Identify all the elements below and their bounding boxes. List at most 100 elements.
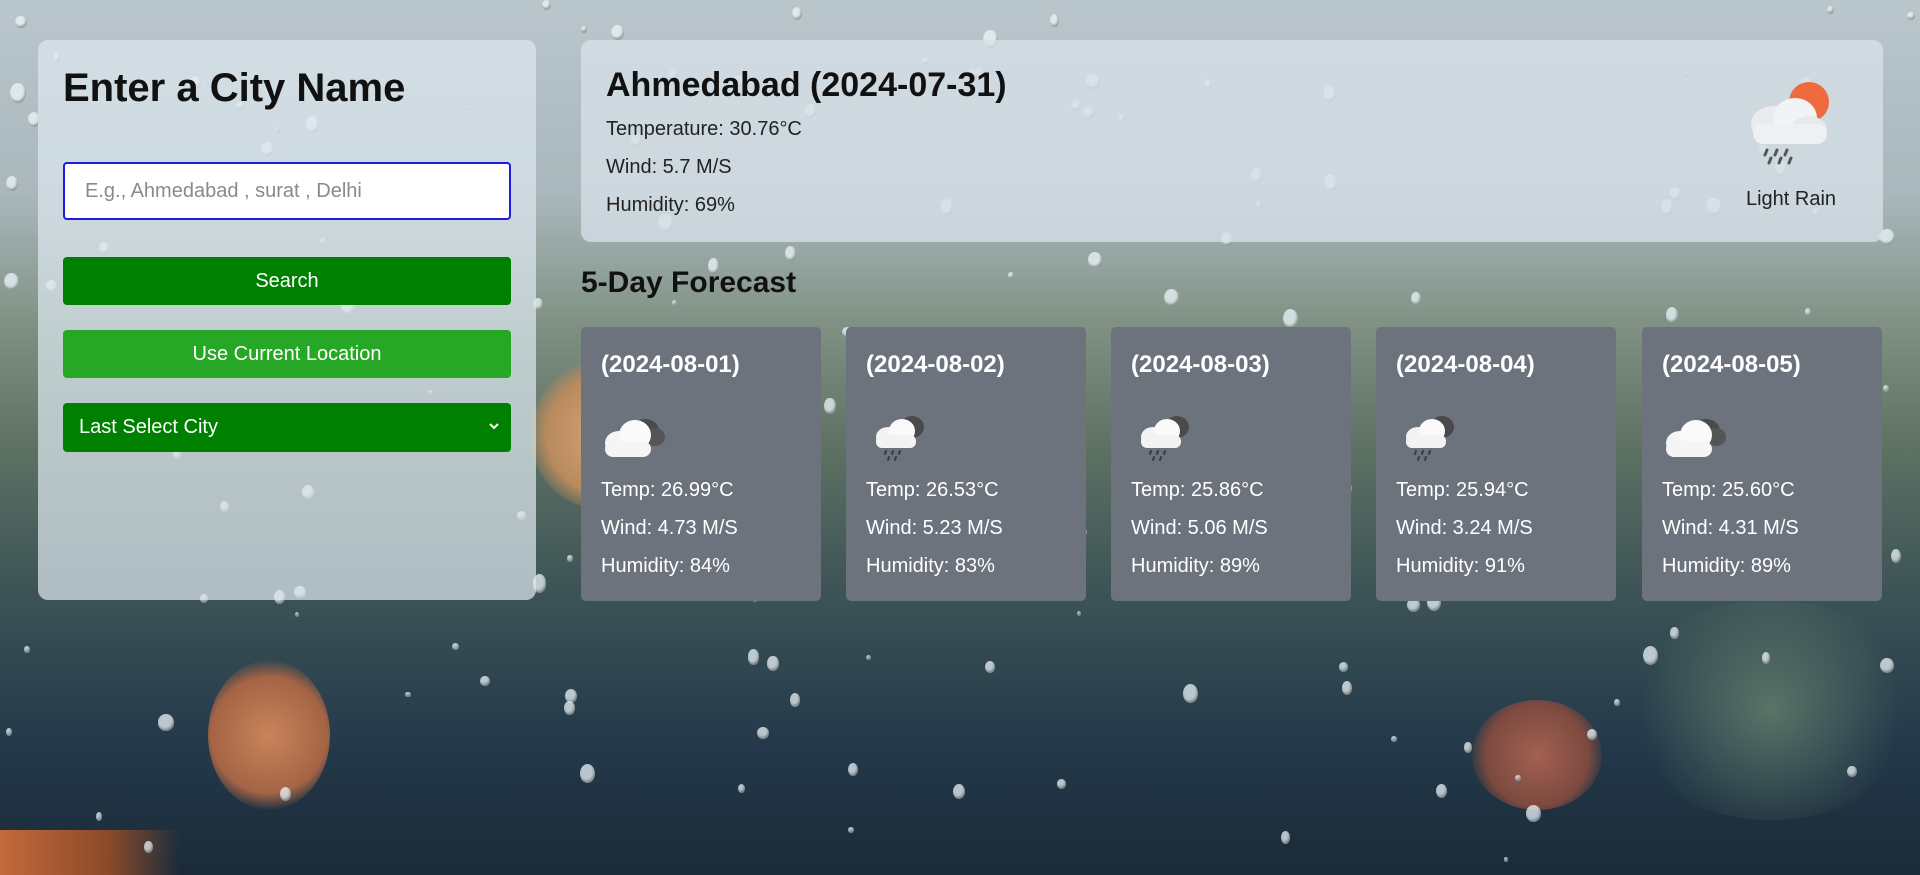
forecast-humidity: Humidity: 84% bbox=[601, 555, 730, 577]
rain-drop bbox=[1056, 778, 1067, 789]
forecast-temp: Temp: 25.60°C bbox=[1662, 479, 1795, 501]
rain-drop bbox=[1163, 288, 1180, 307]
rain-drop bbox=[3, 273, 19, 291]
rain-drop bbox=[866, 654, 872, 661]
forecast-wind: Wind: 5.06 M/S bbox=[1131, 517, 1268, 539]
rain-drop bbox=[1280, 831, 1290, 844]
rain-drop bbox=[767, 656, 779, 671]
forecast-wind: Wind: 5.23 M/S bbox=[866, 517, 1003, 539]
current-wind: Wind: 5.7 M/S bbox=[606, 156, 732, 178]
forecast-card: (2024-08-03) Temp: 25.86°C Wind: 5.06 M/… bbox=[1111, 327, 1351, 601]
rain-drop bbox=[452, 642, 460, 651]
rain-clouds-icon bbox=[1141, 416, 1189, 461]
rain-drop bbox=[1007, 272, 1015, 279]
forecast-temp: Temp: 25.86°C bbox=[1131, 479, 1264, 501]
rain-drop bbox=[1391, 736, 1397, 742]
rain-drop bbox=[1880, 657, 1895, 673]
rain-drop bbox=[1182, 683, 1198, 703]
rain-drop bbox=[824, 398, 836, 414]
rain-drop bbox=[1890, 549, 1902, 564]
current-temperature: Temperature: 30.76°C bbox=[606, 118, 802, 140]
rain-drop bbox=[24, 645, 30, 654]
search-heading: Enter a City Name bbox=[63, 66, 406, 110]
rain-drop bbox=[1076, 610, 1082, 617]
rain-drop bbox=[405, 691, 411, 698]
rain-drop bbox=[5, 727, 12, 737]
rain-drop bbox=[984, 660, 996, 673]
rain-drop bbox=[567, 555, 573, 563]
forecast-card: (2024-08-01) Temp: 26.99°C Wind: 4.73 M/… bbox=[581, 327, 821, 601]
rain-drop bbox=[294, 611, 300, 618]
search-button[interactable]: Search bbox=[63, 257, 511, 305]
forecast-humidity: Humidity: 91% bbox=[1396, 555, 1525, 577]
rain-drop bbox=[1283, 309, 1299, 329]
rain-drop bbox=[1525, 804, 1542, 822]
forecast-date: (2024-08-05) bbox=[1662, 351, 1801, 378]
rain-drop bbox=[1847, 766, 1857, 778]
last-city-select-value: Last Select City bbox=[79, 416, 218, 438]
rain-drop bbox=[1049, 14, 1059, 27]
rain-drop bbox=[1804, 308, 1812, 317]
forecast-temp: Temp: 26.53°C bbox=[866, 479, 999, 501]
rain-drop bbox=[158, 714, 175, 731]
forecast-temp: Temp: 26.99°C bbox=[601, 479, 734, 501]
rain-drop bbox=[1882, 385, 1889, 393]
current-weather-panel: Ahmedabad (2024-07-31) Temperature: 30.7… bbox=[581, 40, 1883, 242]
rain-drop bbox=[611, 25, 624, 41]
rain-drop bbox=[1503, 857, 1509, 863]
current-humidity: Humidity: 69% bbox=[606, 194, 735, 216]
rain-drop bbox=[848, 763, 859, 777]
rain-drop bbox=[1515, 775, 1521, 782]
rain-drop bbox=[579, 763, 596, 784]
rain-drop bbox=[784, 246, 796, 261]
forecast-date: (2024-08-04) bbox=[1396, 351, 1535, 378]
rain-drop bbox=[14, 15, 27, 29]
rain-drop bbox=[848, 826, 854, 833]
forecast-humidity: Humidity: 89% bbox=[1662, 555, 1791, 577]
rain-drop bbox=[95, 812, 102, 821]
rain-drop bbox=[671, 299, 677, 307]
rain-drop bbox=[564, 700, 575, 715]
light-rain-sun-icon bbox=[1751, 82, 1829, 165]
rain-drop bbox=[789, 693, 801, 707]
search-panel: Enter a City Name Search Use Current Loc… bbox=[38, 40, 536, 600]
rain-drop bbox=[1087, 252, 1103, 268]
forecast-temp: Temp: 25.94°C bbox=[1396, 479, 1529, 501]
forecast-title: 5-Day Forecast bbox=[581, 266, 797, 299]
last-city-select[interactable]: Last Select City bbox=[63, 403, 511, 452]
rain-drop bbox=[1614, 699, 1620, 707]
rain-drop bbox=[542, 0, 551, 11]
rain-drop bbox=[9, 82, 26, 103]
rain-drop bbox=[480, 675, 490, 687]
forecast-date: (2024-08-03) bbox=[1131, 351, 1270, 378]
rain-clouds-icon bbox=[876, 416, 924, 461]
rain-drop bbox=[1464, 742, 1472, 753]
forecast-card: (2024-08-04) Temp: 25.94°C Wind: 3.24 M/… bbox=[1376, 327, 1616, 601]
forecast-date: (2024-08-01) bbox=[601, 351, 740, 378]
rain-drop bbox=[1907, 12, 1915, 20]
rain-drop bbox=[952, 784, 965, 800]
broken-clouds-icon bbox=[605, 419, 665, 457]
current-city-heading: Ahmedabad (2024-07-31) bbox=[606, 66, 1007, 104]
rain-drop bbox=[757, 727, 769, 740]
forecast-wind: Wind: 4.31 M/S bbox=[1662, 517, 1799, 539]
use-current-location-button[interactable]: Use Current Location bbox=[63, 330, 511, 378]
rain-drop bbox=[737, 783, 746, 794]
rain-drop bbox=[1665, 306, 1679, 323]
rain-drop bbox=[1338, 662, 1348, 672]
forecast-card: (2024-08-02) Temp: 26.53°C Wind: 5.23 M/… bbox=[846, 327, 1086, 601]
forecast-wind: Wind: 3.24 M/S bbox=[1396, 517, 1533, 539]
rain-drop bbox=[5, 176, 18, 192]
rain-clouds-icon bbox=[1406, 416, 1454, 461]
forecast-wind: Wind: 4.73 M/S bbox=[601, 517, 738, 539]
forecast-card: (2024-08-05) Temp: 25.60°C Wind: 4.31 M/… bbox=[1642, 327, 1882, 601]
rain-drop bbox=[1435, 783, 1447, 798]
rain-drop bbox=[1411, 292, 1421, 306]
forecast-humidity: Humidity: 83% bbox=[866, 555, 995, 577]
forecast-date: (2024-08-02) bbox=[866, 351, 1005, 378]
broken-clouds-icon bbox=[1666, 419, 1726, 457]
chevron-down-icon bbox=[489, 423, 499, 430]
city-search-input[interactable] bbox=[63, 162, 511, 220]
rain-drop bbox=[792, 7, 802, 20]
rain-drop bbox=[747, 649, 760, 665]
